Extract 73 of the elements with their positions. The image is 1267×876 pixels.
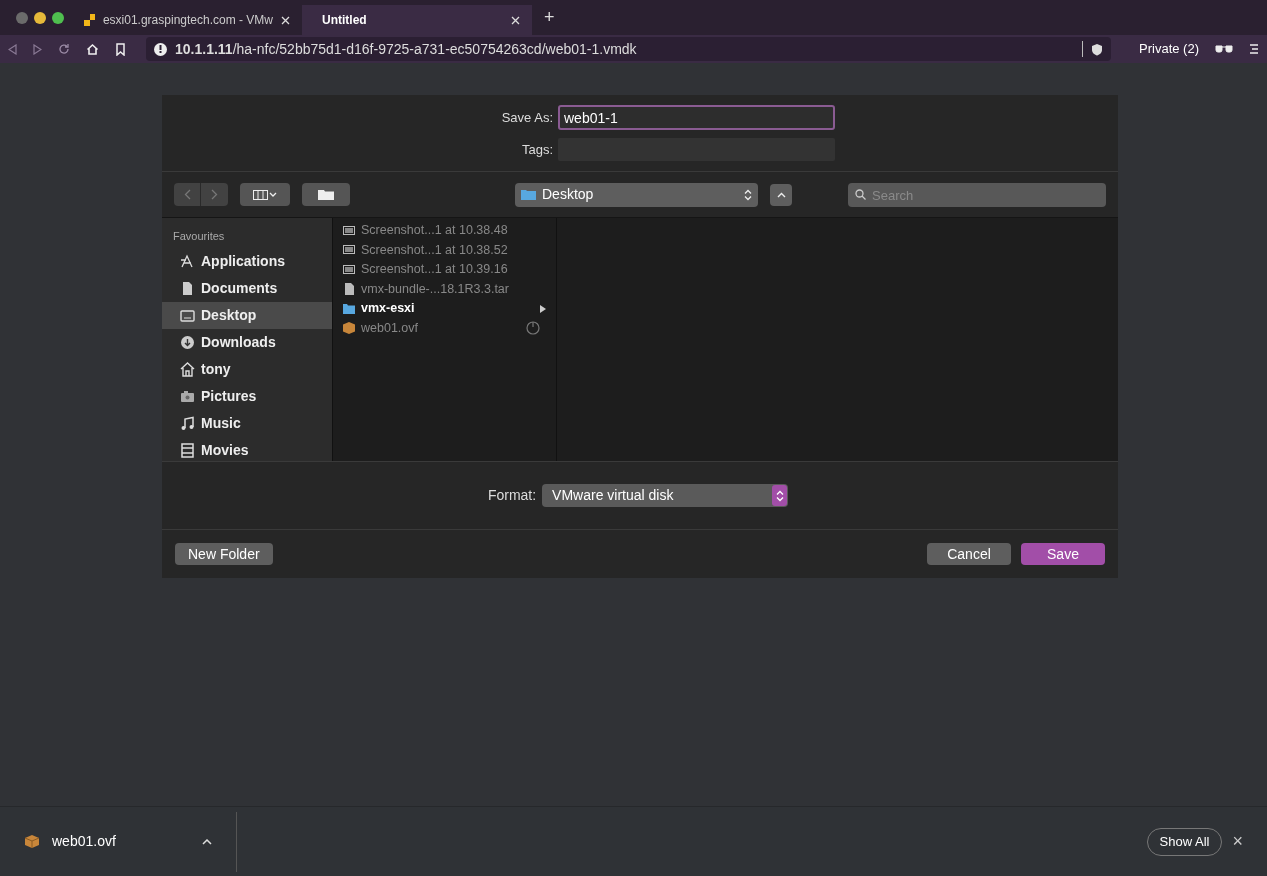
shield-icon[interactable]	[1091, 42, 1104, 56]
maximize-window-icon[interactable]	[52, 11, 64, 24]
reload-icon[interactable]	[58, 43, 70, 55]
save-as-label: Save As:	[500, 108, 553, 127]
pictures-icon	[180, 388, 195, 404]
sidebar-item[interactable]: Pictures	[162, 382, 332, 410]
folder-icon	[318, 189, 334, 200]
close-tab-icon[interactable]	[281, 15, 290, 25]
close-tab-icon[interactable]	[511, 15, 520, 25]
back-icon[interactable]	[8, 43, 17, 55]
apps-icon	[180, 253, 195, 269]
download-item[interactable]: web01.ovf	[52, 831, 172, 852]
sidebar-heading: Favourites	[172, 229, 226, 244]
progress-icon	[526, 321, 540, 336]
chevron-left-icon	[183, 189, 191, 200]
browser-tab[interactable]: Untitled	[302, 5, 532, 35]
menu-icon[interactable]	[1249, 43, 1259, 55]
sidebar-item[interactable]: Music	[162, 409, 332, 437]
tags-label: Tags:	[520, 140, 553, 159]
image-file-icon	[343, 244, 355, 257]
new-folder-button[interactable]: New Folder	[175, 543, 273, 565]
music-icon	[180, 415, 195, 431]
close-button[interactable]: ×	[1232, 828, 1243, 855]
home-icon[interactable]	[86, 42, 99, 56]
sidebar-item[interactable]: Desktop	[162, 301, 332, 329]
downloads-icon	[180, 334, 195, 350]
movies-icon	[180, 442, 195, 458]
sidebar-item[interactable]: Downloads	[162, 328, 332, 356]
forward-icon[interactable]	[33, 43, 42, 55]
image-file-icon	[343, 263, 355, 276]
glasses-icon	[1215, 45, 1233, 53]
save-button[interactable]: Save	[1021, 543, 1105, 565]
search-icon	[855, 188, 866, 200]
new-folder-icon-button[interactable]	[302, 183, 350, 206]
sidebar-item[interactable]: tony	[162, 355, 332, 383]
package-icon	[343, 322, 355, 335]
url-text: 10.1.1.11/ha-nfc/52bb75d1-d16f-9725-a731-ec50754263cd/web01-1.vmdk	[175, 39, 637, 59]
format-value: VMware virtual disk	[552, 486, 675, 505]
save-as-field[interactable]: web01-1	[558, 105, 835, 130]
sidebar-item[interactable]: Movies	[162, 436, 332, 461]
stepper-icon	[772, 485, 788, 506]
format-label: Format:	[487, 486, 537, 505]
folder-icon	[521, 189, 536, 200]
location-popup[interactable]: Desktop	[515, 182, 758, 207]
columns-icon	[253, 189, 277, 200]
chevron-up-icon	[776, 191, 786, 198]
file-row[interactable]: vmx-esxi	[333, 299, 556, 319]
package-icon	[24, 834, 40, 849]
location-text: Desktop	[542, 185, 595, 204]
view-options-button[interactable]	[240, 183, 290, 206]
bookmark-icon[interactable]	[115, 42, 126, 56]
cancel-button[interactable]: Cancel	[927, 543, 1011, 565]
format-popup[interactable]: VMware virtual disk	[542, 484, 789, 507]
close-window-icon[interactable]	[16, 11, 28, 24]
sidebar-item[interactable]: Documents	[162, 274, 332, 302]
chevron-right-icon	[211, 189, 218, 200]
image-file-icon	[343, 224, 355, 237]
stepper-icon	[744, 188, 752, 201]
document-icon	[343, 283, 355, 296]
minimize-window-icon[interactable]	[34, 11, 46, 24]
folder-icon	[343, 302, 355, 315]
private-windows-label[interactable]: Private (2)	[1139, 39, 1199, 59]
new-tab-button[interactable]: +	[532, 4, 567, 35]
site-icon	[84, 14, 95, 26]
caret-icon[interactable]	[202, 838, 212, 845]
docs-icon	[180, 280, 195, 296]
expand-button[interactable]	[770, 183, 792, 206]
desktop-icon	[180, 307, 195, 323]
info-icon[interactable]	[154, 42, 167, 56]
chevron-icon	[540, 304, 546, 313]
home-icon	[180, 361, 195, 377]
sidebar-item[interactable]: Applications	[162, 247, 332, 275]
address-bar[interactable]: 10.1.1.11/ha-nfc/52bb75d1-d16f-9725-a731-ec50754263cd/web01-1.vmdk	[146, 37, 1112, 61]
